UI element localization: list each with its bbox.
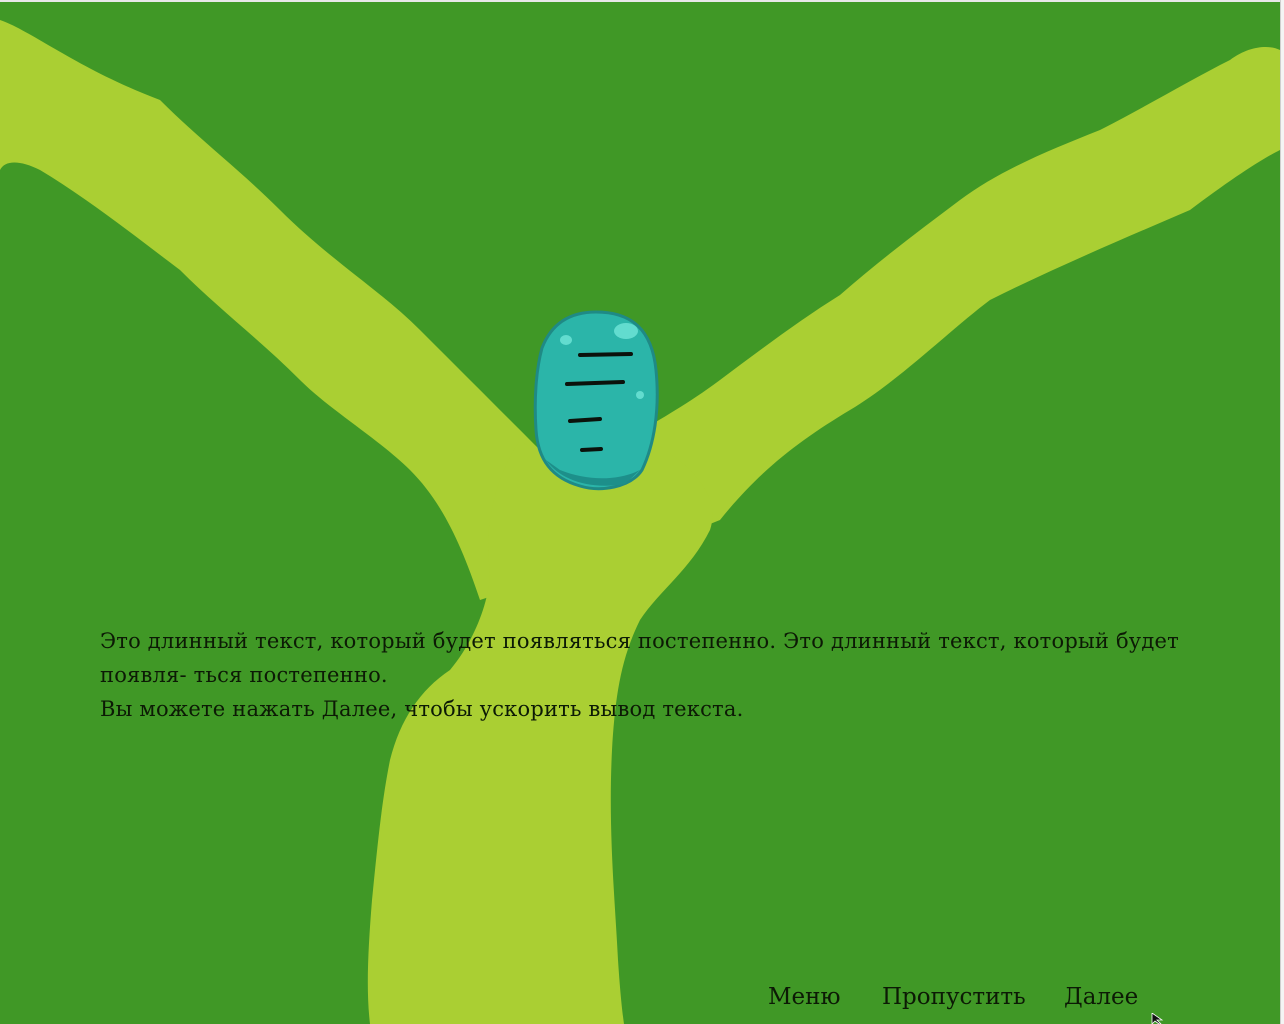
game-viewport[interactable]: Это длинный текст, который будет появлят… — [0, 0, 1280, 1024]
dialogue-line-2: появля- ться постепенно. — [100, 663, 388, 687]
scene-background — [0, 0, 1280, 1024]
window-top-border — [0, 0, 1284, 2]
window-right-edge — [1280, 0, 1284, 1024]
dialogue-text: Это длинный текст, который будет появлят… — [100, 624, 1179, 726]
character-sprite — [533, 310, 659, 491]
dialogue-line-1: Это длинный текст, который будет появлят… — [100, 629, 1179, 653]
quick-menu: Меню Пропустить Далее — [0, 980, 1280, 1020]
menu-button[interactable]: Меню — [768, 980, 841, 1014]
dialogue-line-3: Вы можете нажать Далее, чтобы ускорить в… — [100, 697, 744, 721]
skip-button[interactable]: Пропустить — [882, 980, 1026, 1014]
mouse-cursor-icon — [1151, 1013, 1164, 1024]
next-button[interactable]: Далее — [1064, 980, 1138, 1014]
